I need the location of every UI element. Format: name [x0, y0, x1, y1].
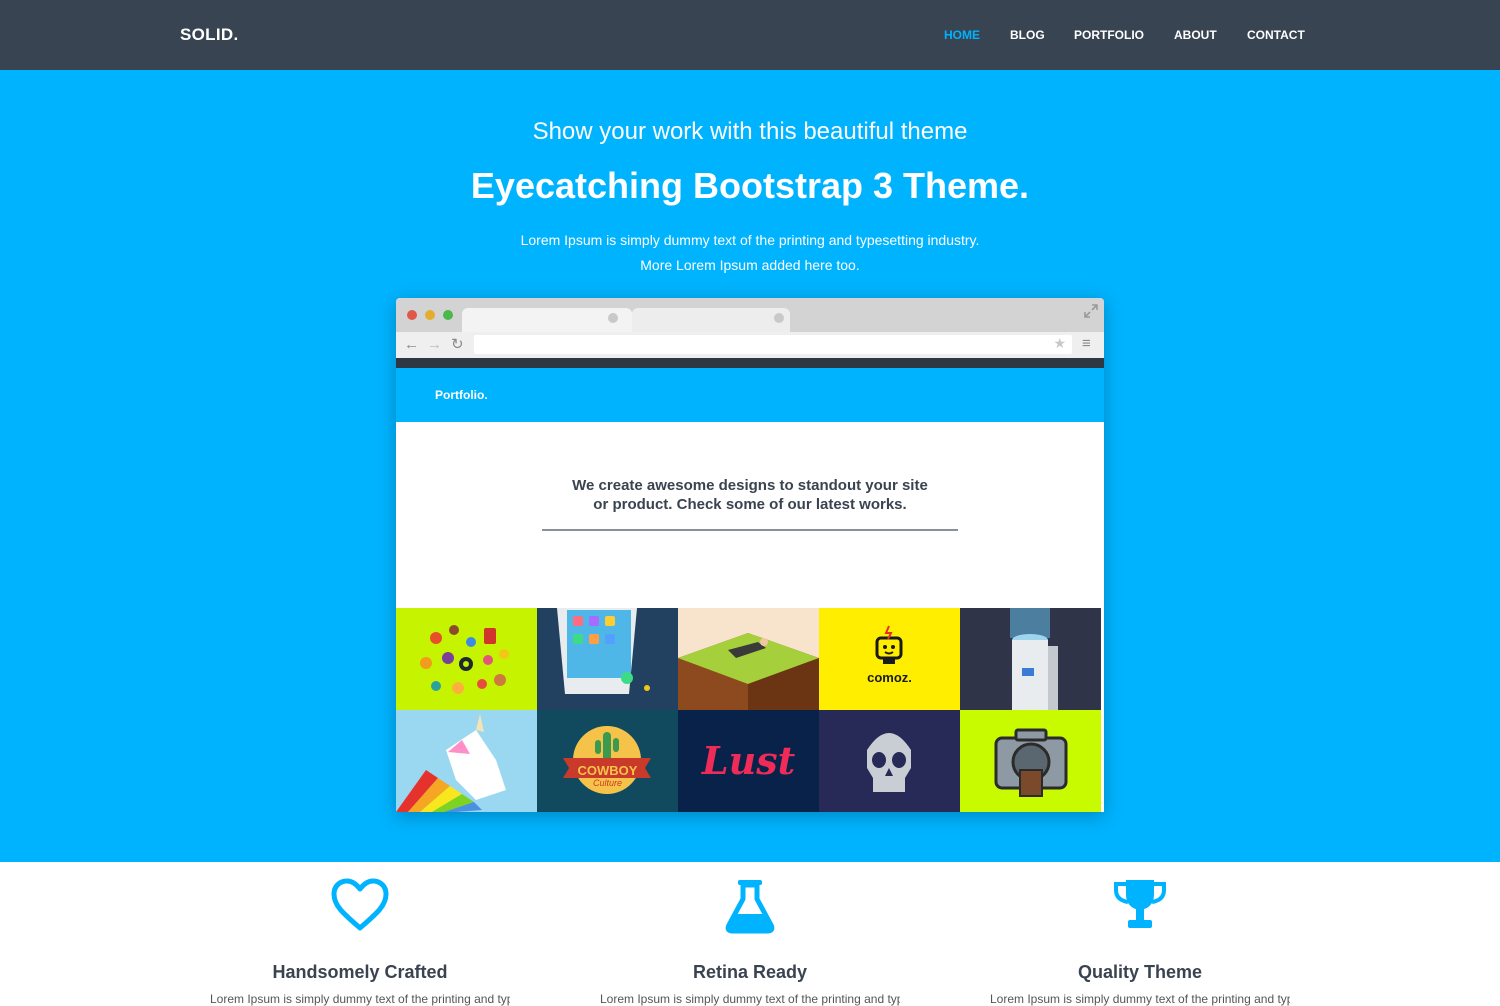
feature-description: Lorem Ipsum is simply dummy text of the … — [210, 992, 510, 1006]
tab-close-icon — [774, 313, 784, 323]
nav-contact[interactable]: CONTACT — [1247, 28, 1305, 42]
man-on-grass-illustration — [678, 608, 819, 710]
mockup-divider — [542, 529, 958, 531]
lust-lettering-tile: Lust — [678, 710, 819, 812]
food-items-illustration — [396, 608, 537, 710]
hero-subtitle: Show your work with this beautiful theme — [532, 118, 968, 145]
url-bar: ★ — [474, 335, 1072, 354]
mockup-intro: We create awesome designs to standout yo… — [396, 422, 1104, 608]
browser-tab — [632, 308, 790, 332]
nav-home[interactable]: HOME — [944, 28, 980, 42]
nav-about[interactable]: ABOUT — [1174, 28, 1217, 42]
camera-monster-illustration — [960, 710, 1101, 812]
reload-icon: ↻ — [451, 336, 464, 353]
hero-section: Show your work with this beautiful theme… — [0, 70, 1500, 862]
close-dot-icon — [407, 310, 417, 320]
water-cooler-illustration — [960, 608, 1101, 710]
hero-lead: Lorem Ipsum is simply dummy text of the … — [0, 228, 1500, 278]
feature-title: Retina Ready — [692, 962, 808, 982]
nav-blog[interactable]: BLOG — [1010, 28, 1045, 42]
culture-label: Culture — [592, 778, 622, 788]
flask-icon — [725, 880, 775, 934]
mockup-headline-line1: We create awesome designs to standout yo… — [572, 477, 928, 494]
mockup-top-strip — [396, 358, 1104, 368]
lust-label: Lust — [701, 738, 796, 783]
hero-lead-line2: More Lorem Ipsum added here too. — [640, 257, 860, 273]
comoz-label: comoz. — [867, 670, 912, 685]
expand-icon — [1084, 304, 1098, 318]
portfolio-grid: comoz. COWBOY Culture Lust — [396, 608, 1104, 812]
cowboy-culture-badge: COWBOY Culture — [537, 710, 678, 812]
comoz-logo-tile: comoz. — [819, 608, 960, 710]
menu-icon: ≡ — [1082, 335, 1091, 352]
rainbow-unicorn-illustration — [396, 710, 537, 812]
mockup-headline-line2: or product. Check some of our latest wor… — [593, 496, 907, 513]
forward-arrow-icon: → — [427, 336, 442, 353]
mockup-navbar: Portfolio. — [396, 368, 1104, 422]
feature-title: Handsomely Crafted — [272, 962, 448, 982]
mockup-brand: Portfolio. — [435, 388, 488, 402]
mockup-headline: We create awesome designs to standout yo… — [396, 476, 1104, 514]
minimize-dot-icon — [425, 310, 435, 320]
star-icon: ★ — [1053, 335, 1066, 351]
site-logo[interactable]: SOLID. — [180, 25, 238, 45]
feature-description: Lorem Ipsum is simply dummy text of the … — [990, 992, 1290, 1006]
browser-toolbar: ← → ↻ ★ ≡ — [396, 332, 1104, 358]
heart-icon — [331, 878, 389, 931]
features-section: Handsomely Crafted Lorem Ipsum is simply… — [0, 862, 1500, 1006]
browser-tab — [462, 308, 632, 332]
trophy-icon — [1114, 880, 1166, 928]
nav-portfolio[interactable]: PORTFOLIO — [1074, 28, 1144, 42]
feature-description: Lorem Ipsum is simply dummy text of the … — [600, 992, 900, 1006]
phone-apps-illustration — [537, 608, 678, 710]
back-arrow-icon: ← — [404, 336, 419, 353]
browser-tab-strip — [396, 298, 1104, 332]
browser-mockup: ← → ↻ ★ ≡ Portfolio. We create awesome d… — [396, 298, 1104, 812]
feature-title: Quality Theme — [1077, 962, 1203, 982]
top-navbar: SOLID. HOME BLOG PORTFOLIO ABOUT CONTACT — [0, 0, 1500, 70]
tab-close-icon — [608, 313, 618, 323]
hero-title: Eyecatching Bootstrap 3 Theme. — [470, 165, 1030, 206]
maximize-dot-icon — [443, 310, 453, 320]
cowboy-label: COWBOY — [577, 763, 638, 778]
hero-lead-line1: Lorem Ipsum is simply dummy text of the … — [520, 232, 980, 248]
skull-illustration — [819, 710, 960, 812]
